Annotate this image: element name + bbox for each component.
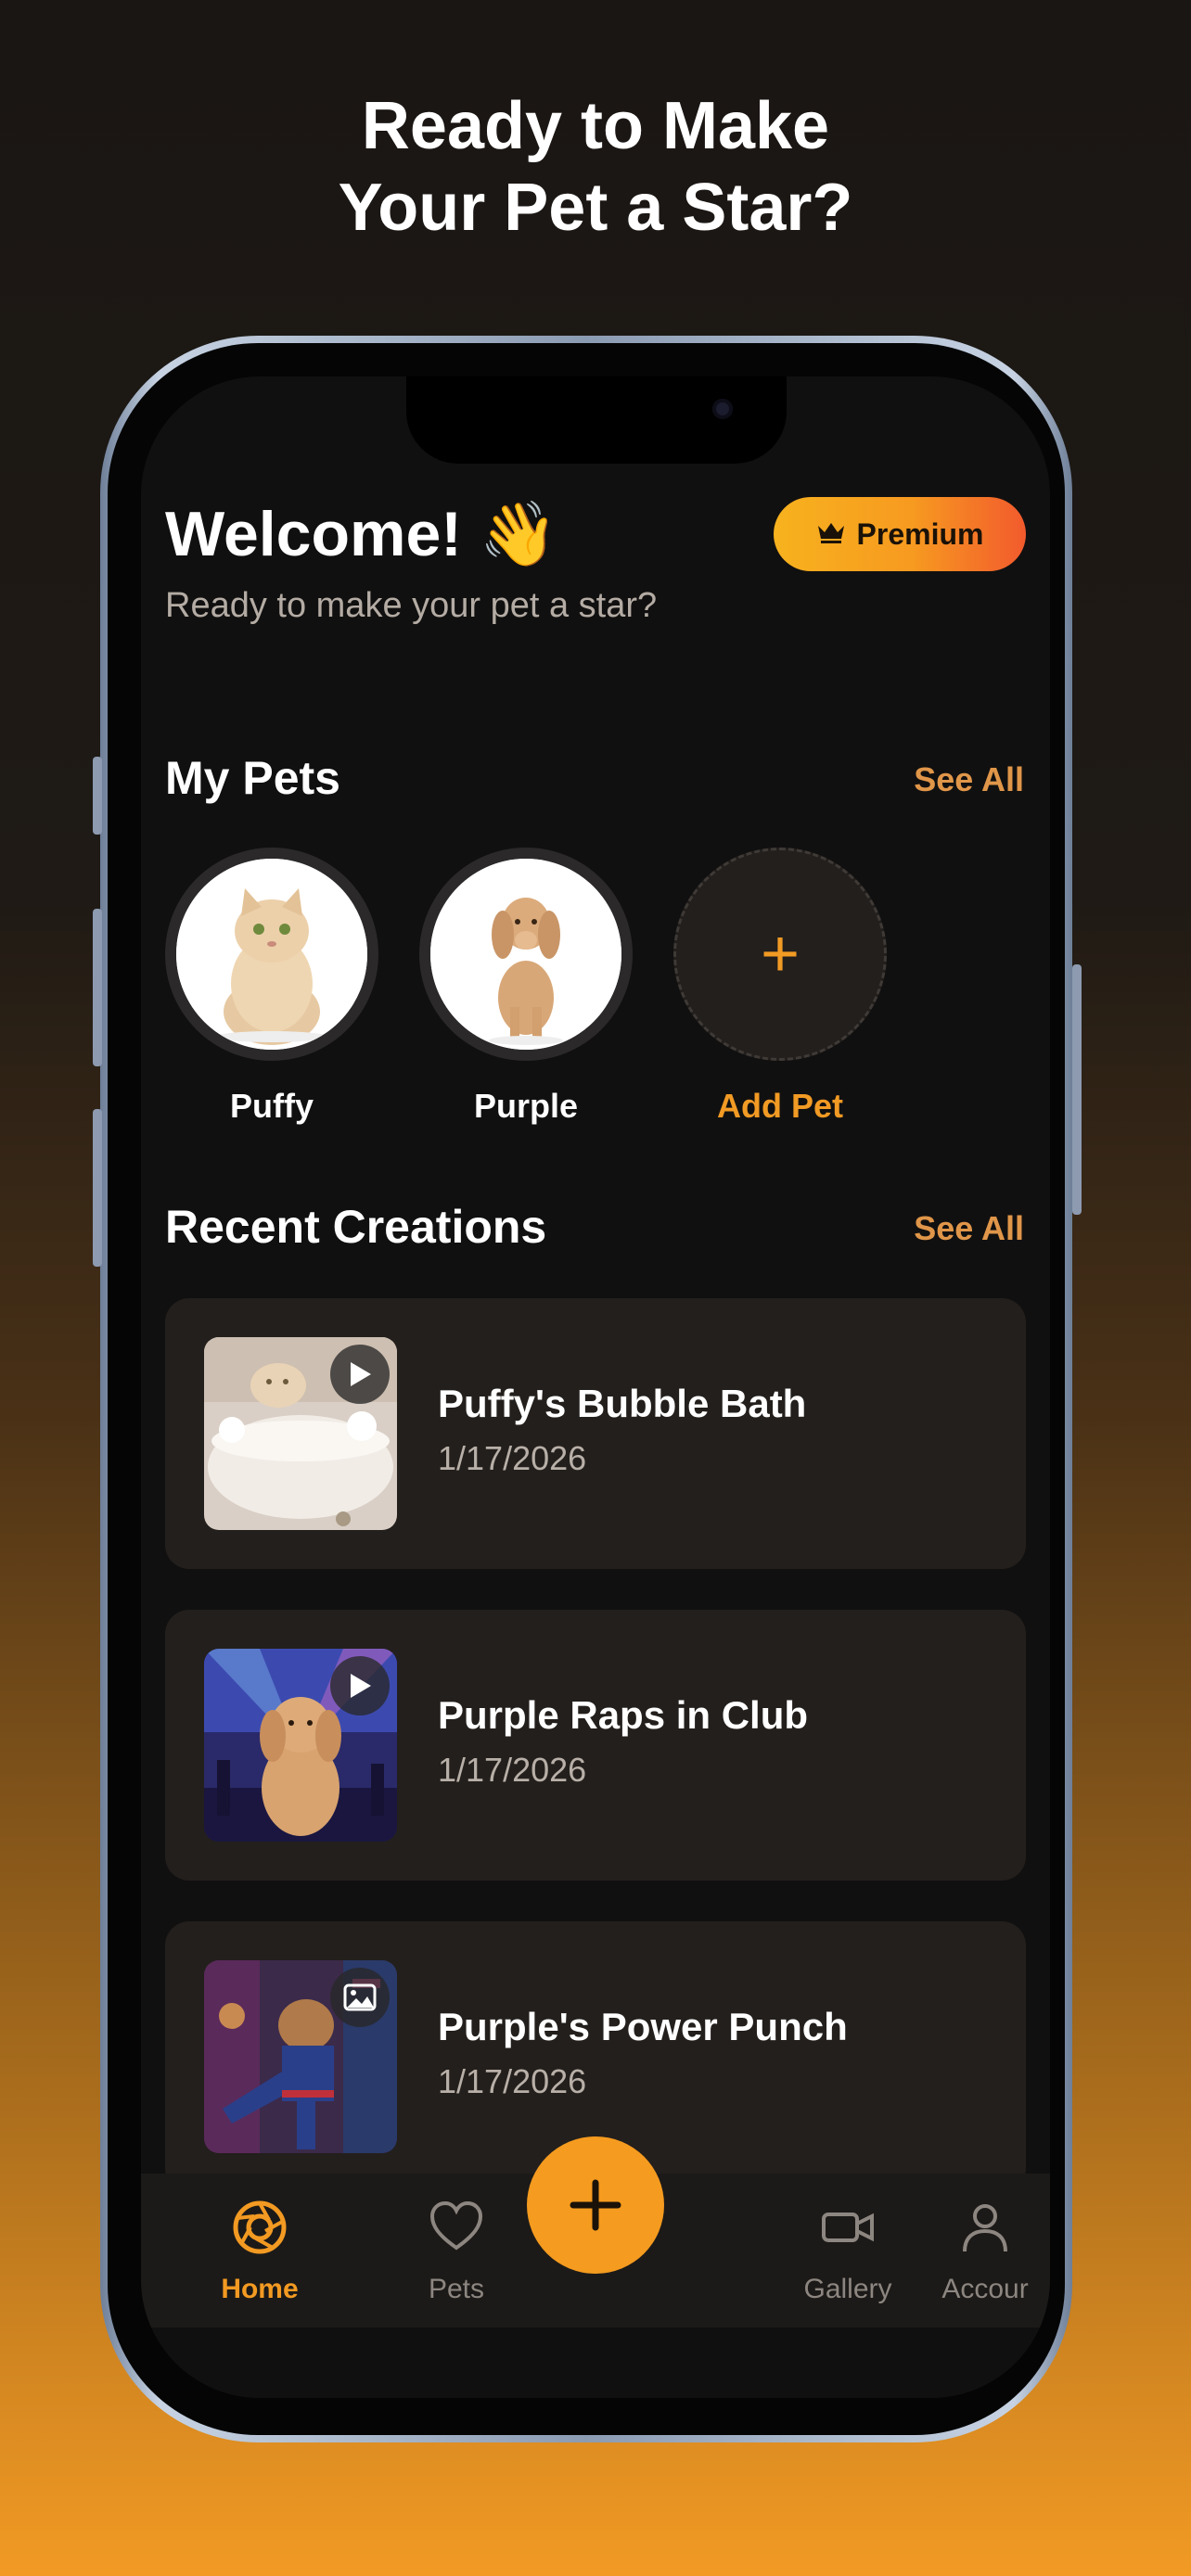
my-pets-see-all-link[interactable]: See All [914,760,1024,799]
creation-thumbnail [204,1337,397,1530]
person-icon [957,2200,1013,2255]
tab-account[interactable]: Accour [941,2174,1050,2327]
my-pets-title: My Pets [165,752,340,804]
pet-item-purple[interactable]: Purple [419,848,633,1126]
creation-thumbnail [204,1960,397,2153]
creation-date: 1/17/2026 [438,1439,587,1477]
tab-home[interactable]: Home [176,2174,343,2327]
play-icon [330,1656,390,1715]
headline-line-1: Ready to Make [361,89,830,163]
crown-icon [816,517,846,552]
app-screen: Welcome! 👋 Ready to make your pet a star… [141,376,1050,2398]
add-pet-button[interactable]: + Add Pet [673,848,887,1126]
notch [406,376,787,464]
bottom-safe-area [141,2327,1050,2398]
recent-see-all-link[interactable]: See All [914,1209,1024,1248]
pet-name-purple: Purple [473,1087,579,1125]
creation-thumbnail [204,1649,397,1842]
creation-title: Puffy's Bubble Bath [438,1382,807,1425]
image-icon [330,1968,390,2027]
power-button [1072,964,1082,1215]
pet-item-puffy[interactable]: Puffy [165,848,378,1126]
welcome-title: Welcome! 👋 [165,499,558,569]
headline-line-2: Your Pet a Star? [338,171,853,245]
create-fab-button[interactable] [527,2136,664,2274]
heart-icon [429,2200,484,2255]
volume-down-button [93,1109,102,1267]
pet-avatar-puffy [176,859,367,1050]
creation-title: Purple Raps in Club [438,1693,809,1737]
tab-pets[interactable]: Pets [373,2174,540,2327]
plus-icon: + [673,848,887,1061]
front-camera [712,399,733,419]
video-camera-icon [820,2200,876,2255]
creation-date: 1/17/2026 [438,1751,587,1789]
tab-pets-label: Pets [428,2274,485,2304]
premium-label: Premium [856,516,984,551]
creation-title: Purple's Power Punch [438,2005,848,2048]
volume-up-button [93,909,102,1066]
mute-switch [93,757,102,835]
creation-date: 1/17/2026 [438,2062,587,2100]
creation-card[interactable]: Purple Raps in Club 1/17/2026 [165,1610,1026,1881]
promo-headline: Ready to Make Your Pet a Star? [0,85,1191,249]
plus-icon [570,2179,621,2231]
aperture-icon [232,2200,288,2255]
tab-home-label: Home [221,2274,299,2304]
play-icon [330,1345,390,1404]
pet-name-puffy: Puffy [230,1087,314,1125]
recent-creations-title: Recent Creations [165,1201,547,1253]
add-pet-label: Add Pet [716,1087,843,1125]
tab-account-label: Accour [941,2274,1029,2304]
creation-card[interactable]: Puffy's Bubble Bath 1/17/2026 [165,1298,1026,1569]
premium-button[interactable]: Premium [774,497,1026,571]
pet-avatar-purple [430,859,621,1050]
welcome-subtitle: Ready to make your pet a star? [165,586,658,625]
